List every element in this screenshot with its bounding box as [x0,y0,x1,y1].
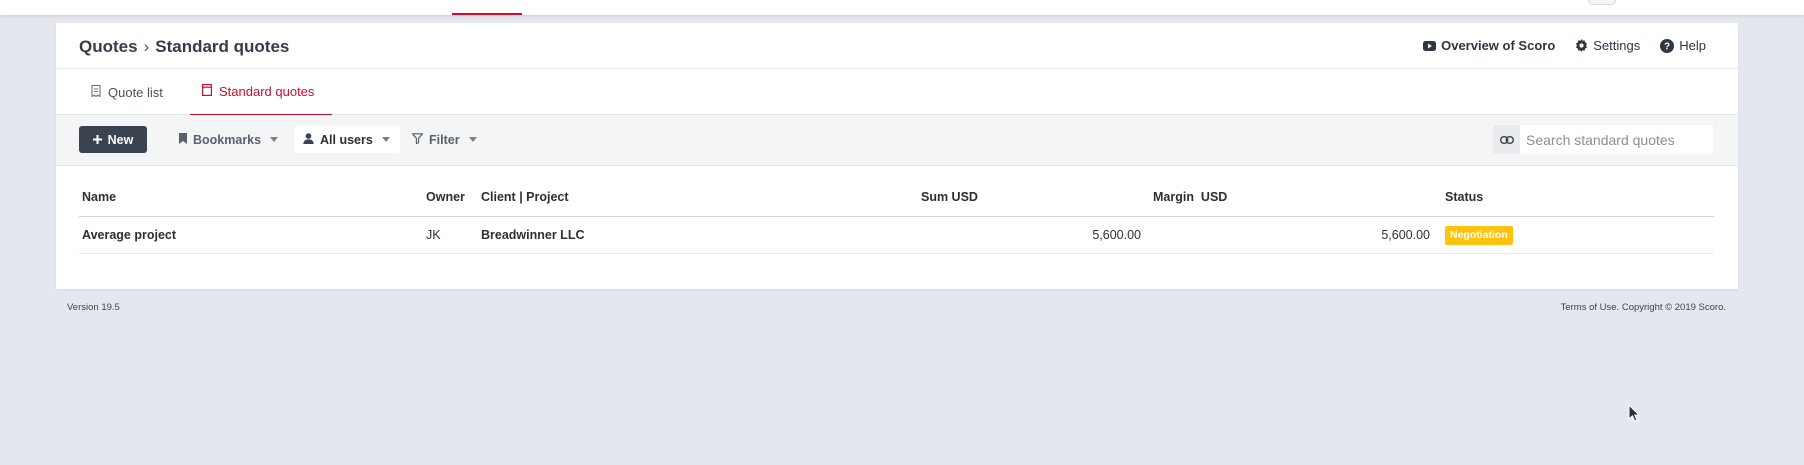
help-link[interactable]: ? Help [1660,38,1706,53]
quotes-table: Name Owner Client | Project Sum USD Marg… [79,166,1714,254]
receipt-icon [91,84,101,100]
page-header: Quotes › Standard quotes Overview of Sco… [56,23,1738,69]
users-label: All users [320,132,373,147]
column-header-margin[interactable]: Margin USD [1153,183,1227,216]
new-button-label: New [107,132,134,147]
chevron-down-icon [468,137,477,142]
main-panel: Quotes › Standard quotes Overview of Sco… [56,23,1738,289]
copyright-text[interactable]: Terms of Use. Copyright © 2019 Scoro. [1561,302,1726,313]
table-row[interactable]: Average project JK Breadwinner LLC 5,600… [79,217,1714,254]
row-margin: 5,600.00 [1381,228,1430,242]
column-header-owner[interactable]: Owner [426,183,465,216]
row-client[interactable]: Breadwinner LLC [481,217,585,253]
table-header: Name Owner Client | Project Sum USD Marg… [79,183,1714,217]
overview-link[interactable]: Overview of Scoro [1423,38,1555,53]
document-icon [202,84,213,99]
tab-label: Standard quotes [219,84,315,99]
breadcrumb: Quotes › Standard quotes [79,37,289,57]
tab-standard-quotes[interactable]: Standard quotes [190,69,333,115]
overview-link-label: Overview of Scoro [1441,38,1556,53]
column-header-client[interactable]: Client | Project [481,183,569,216]
help-link-label: Help [1679,38,1706,53]
bookmarks-label: Bookmarks [193,132,262,147]
users-dropdown[interactable]: All users [294,126,400,153]
toolbar: New Bookmarks All users Filter [56,115,1738,166]
chevron-down-icon [381,137,390,142]
filter-icon [411,132,424,147]
bookmarks-dropdown[interactable]: Bookmarks [179,126,279,153]
column-header-sum[interactable]: Sum USD [921,183,978,216]
row-sum: 5,600.00 [1092,228,1141,242]
global-nav-active-indicator [452,13,522,15]
column-header-name[interactable]: Name [82,183,116,216]
chevron-down-icon [270,137,279,142]
page-title: Standard quotes [155,37,290,56]
settings-link-label: Settings [1593,38,1641,53]
breadcrumb-separator: › [143,37,150,56]
copy-link-button[interactable] [1493,125,1520,154]
version-label: Version 19.5 [67,302,120,313]
row-status: Negotiation [1445,217,1513,253]
svg-text:?: ? [1664,41,1670,52]
row-name[interactable]: Average project [82,217,176,253]
tab-quote-list[interactable]: Quote list [91,69,163,115]
mouse-cursor-icon [1628,403,1641,427]
plus-icon [92,133,102,147]
tab-label: Quote list [108,84,163,100]
status-badge: Negotiation [1445,225,1513,245]
gear-icon [1575,39,1588,52]
bookmark-icon [179,132,187,147]
user-icon [303,132,314,147]
search-box [1493,125,1713,154]
breadcrumb-parent[interactable]: Quotes [79,37,138,57]
settings-link[interactable]: Settings [1575,38,1640,53]
row-owner: JK [426,228,441,242]
link-icon [1499,131,1514,149]
tab-bar: Quote list Standard quotes [56,69,1738,115]
filter-label: Filter [429,132,460,147]
column-header-status[interactable]: Status [1445,183,1483,216]
youtube-play-icon [1423,40,1437,51]
header-links: Overview of Scoro Settings ? Help [1423,38,1706,53]
user-avatar[interactable] [1588,0,1616,5]
global-navbar [0,0,1804,15]
new-button[interactable]: New [79,126,147,153]
question-circle-icon: ? [1660,38,1675,53]
search-input[interactable] [1520,125,1713,154]
filter-dropdown[interactable]: Filter [411,126,477,153]
